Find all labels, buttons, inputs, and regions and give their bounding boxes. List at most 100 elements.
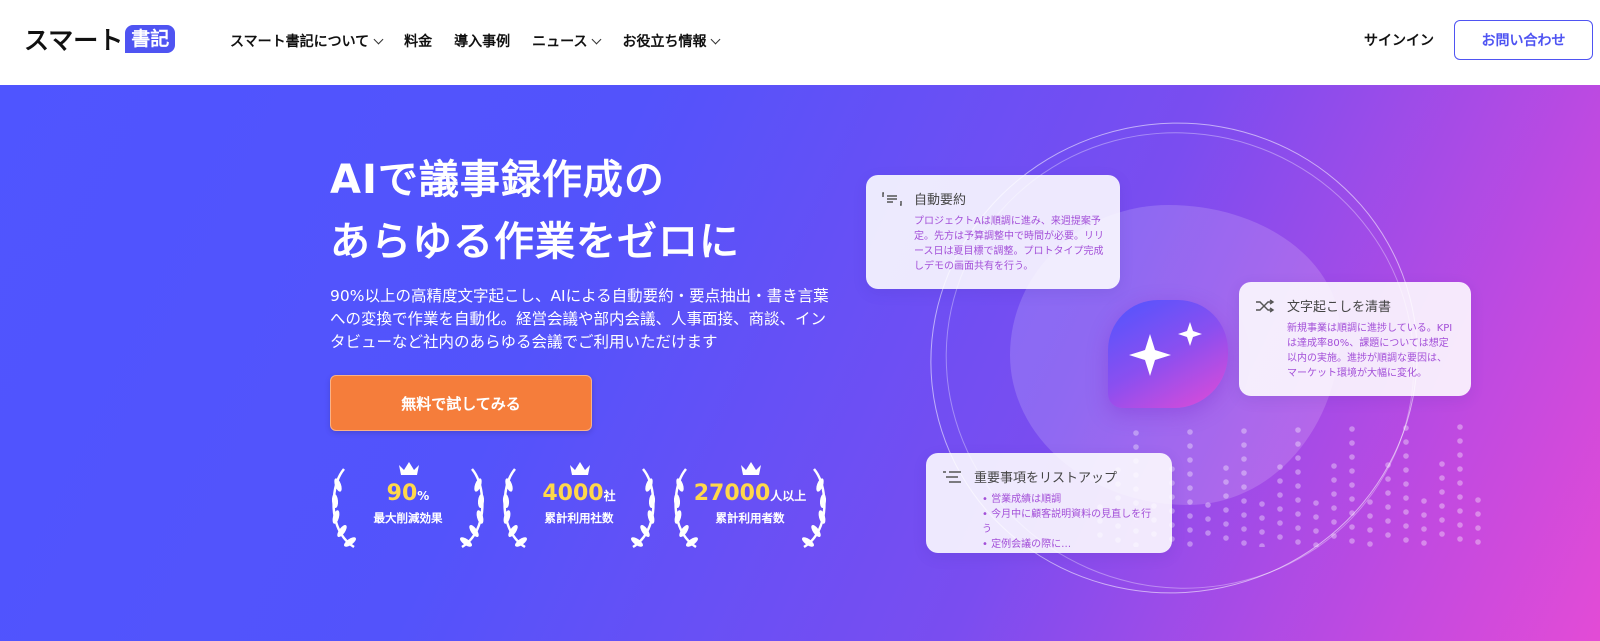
dot — [1241, 428, 1247, 434]
dot — [1331, 519, 1337, 525]
list-icon — [943, 470, 961, 483]
dot — [1295, 469, 1301, 475]
dot — [1349, 524, 1355, 530]
dot — [1223, 479, 1229, 485]
dot — [1439, 503, 1445, 509]
laurel-icon — [502, 468, 527, 549]
award-value: 90% — [330, 481, 486, 506]
dot — [1349, 482, 1355, 488]
dot — [1367, 499, 1373, 505]
card-header: 自動要約 — [882, 189, 1104, 208]
award-caption: 累計利用社数 — [544, 511, 614, 525]
award-value: 4000社 — [501, 481, 657, 506]
dot — [1439, 461, 1445, 467]
dot — [1187, 499, 1193, 505]
dot — [1403, 523, 1409, 529]
dot — [1205, 502, 1211, 508]
dot — [1403, 537, 1409, 543]
nav-item-news[interactable]: ニュース — [532, 31, 602, 51]
list-item: 定例会議の際に… — [982, 537, 1156, 552]
dot — [1313, 542, 1319, 547]
dot — [1349, 510, 1355, 516]
dot — [1205, 530, 1211, 536]
dot — [1187, 485, 1193, 491]
dot — [1295, 497, 1301, 503]
dot — [1349, 538, 1355, 544]
dot — [1295, 455, 1301, 461]
chevron-down-icon — [711, 34, 721, 44]
dot — [1313, 500, 1319, 506]
sparkle-icon — [1129, 322, 1202, 376]
nav-item-label: お役立ち情報 — [622, 34, 707, 50]
laurel-icon — [673, 468, 698, 549]
dot — [1295, 427, 1301, 433]
crown-icon — [741, 462, 761, 475]
dot — [1187, 541, 1193, 547]
ai-bubble-icon — [1108, 300, 1228, 408]
crown-icon — [570, 462, 590, 475]
keypoints-list: 営業成績は順調 今月中に顧客説明資料の見直しを行う 定例会議の際に… — [982, 492, 1156, 552]
nav-item-resources[interactable]: お役立ち情報 — [622, 31, 721, 51]
card-body: プロジェクトAは順調に進み、来週提案予定。先方は予算調整中で時間が必要。リリース… — [914, 216, 1104, 272]
dot — [1295, 483, 1301, 489]
dot — [1223, 507, 1229, 513]
dot — [1187, 429, 1193, 435]
nav-item-label: ニュース — [532, 34, 588, 50]
dot — [1295, 539, 1301, 545]
dot — [1439, 489, 1445, 495]
dot — [1439, 531, 1445, 537]
dot — [1259, 543, 1265, 547]
dot — [1385, 476, 1391, 482]
nav-item-cases[interactable]: 導入事例 — [454, 31, 510, 51]
dot — [1331, 491, 1337, 497]
dot — [1457, 522, 1463, 528]
dot — [1187, 471, 1193, 477]
laurel-icon — [460, 468, 485, 549]
hero-title-line2: あらゆる作業をゼロに — [330, 219, 740, 265]
dot — [1385, 532, 1391, 538]
list-item: 営業成績は順調 — [982, 492, 1156, 507]
dot — [1331, 463, 1337, 469]
dot — [1475, 497, 1481, 503]
dot — [1349, 468, 1355, 474]
card-header: 文字起こしを清書 — [1255, 296, 1455, 315]
dot — [1367, 513, 1373, 519]
dot — [1439, 475, 1445, 481]
signin-link[interactable]: サインイン — [1364, 30, 1434, 50]
award-number: 90 — [386, 481, 418, 506]
dot — [1403, 481, 1409, 487]
summary-card: 自動要約 プロジェクトAは順調に進み、来週提案予定。先方は予算調整中で時間が必要… — [866, 175, 1120, 289]
logo-text: スマート — [24, 26, 124, 55]
logo[interactable]: スマート 書記 — [24, 24, 176, 55]
dot — [1277, 492, 1283, 498]
laurel-icon — [802, 468, 827, 549]
dot — [1475, 525, 1481, 531]
nav-item-label: 料金 — [404, 34, 433, 50]
dot — [1313, 514, 1319, 520]
nav-item-about[interactable]: スマート書記について — [230, 31, 384, 51]
nav-item-pricing[interactable]: 料金 — [404, 31, 432, 51]
nav-item-label: スマート書記について — [230, 34, 370, 50]
hero-lead: 90%以上の高精度文字起こし、AIによる自動要約・要点抽出・書き言葉への変換で作… — [330, 287, 829, 351]
dot — [1421, 526, 1427, 532]
dot — [1223, 521, 1229, 527]
award-unit: 人以上 — [770, 489, 807, 503]
contact-button[interactable]: お問い合わせ — [1454, 20, 1593, 60]
dot — [1403, 453, 1409, 459]
award-badge: 27000人以上 累計利用者数 — [672, 461, 828, 549]
dot — [1277, 478, 1283, 484]
dot — [1403, 439, 1409, 445]
dot — [1457, 466, 1463, 472]
dot — [1313, 528, 1319, 534]
free-trial-button[interactable]: 無料で試してみる — [330, 375, 592, 431]
hero-section: AIで議事録作成の あらゆる作業をゼロに 90%以上の高精度文字起こし、AIによ… — [0, 85, 1600, 641]
dot — [1421, 512, 1427, 518]
dot — [1187, 527, 1193, 533]
site-header: スマート 書記 スマート書記について 料金 導入事例 ニュース お役立ち情報 サ… — [0, 0, 1600, 85]
dot — [1295, 441, 1301, 447]
dot — [1457, 508, 1463, 514]
dot — [1385, 518, 1391, 524]
award-unit: 社 — [603, 489, 616, 503]
dot — [1241, 498, 1247, 504]
list-item: 今月中に顧客説明資料の見直しを行う — [982, 507, 1156, 537]
